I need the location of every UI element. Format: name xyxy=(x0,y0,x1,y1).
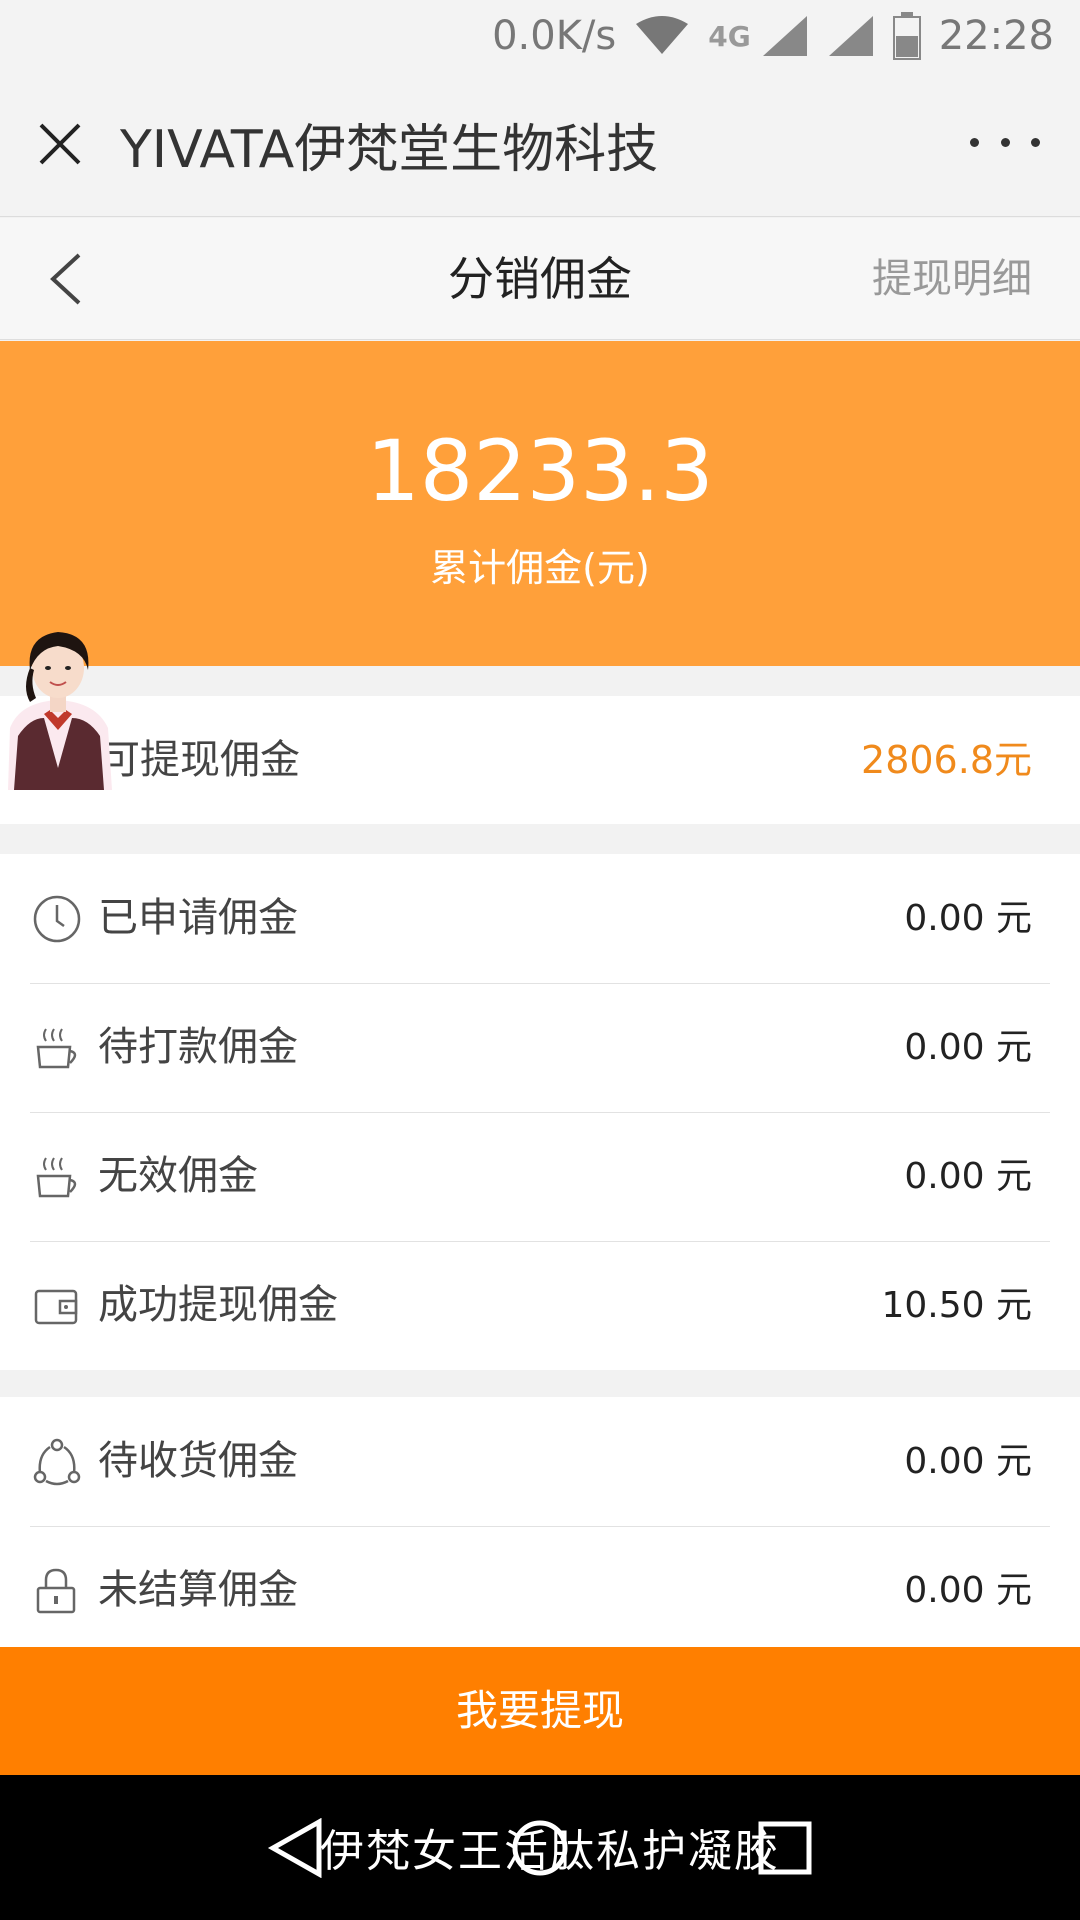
wechat-title-bar: YIVATA伊梵堂生物科技 xyxy=(0,72,1080,217)
list-item-label: 无效佣金 xyxy=(98,1153,258,1199)
page-nav-bar: 分销佣金 提现明细 xyxy=(0,218,1080,340)
more-dot-icon xyxy=(970,137,979,147)
more-menu-button[interactable] xyxy=(970,122,1040,162)
list-item[interactable]: 成功提现佣金 10.50 元 xyxy=(0,1241,1080,1370)
list-item[interactable]: 待打款佣金 0.00 元 xyxy=(0,983,1080,1112)
more-dot-icon xyxy=(1031,137,1040,147)
clock-icon xyxy=(33,895,81,943)
commission-summary-banner: 18233.3 累计佣金(元) xyxy=(0,341,1080,666)
system-nav-bar: 伊梵女王活肽私护凝胶 xyxy=(0,1775,1080,1920)
coffee-cup-icon xyxy=(36,1157,77,1198)
list-item-label: 待打款佣金 xyxy=(98,1024,298,1070)
list-item-label: 已申请佣金 xyxy=(98,895,298,941)
total-commission: 18233.3 xyxy=(366,422,714,520)
more-dot-icon xyxy=(1000,137,1010,147)
signal-icon xyxy=(761,14,809,58)
withdrawable-label: 可提现佣金 xyxy=(100,737,300,783)
wifi-icon xyxy=(634,16,690,56)
battery-icon xyxy=(892,12,921,60)
share-icon xyxy=(33,1438,81,1486)
overlay-watermark-text: 伊梵女王活肽私护凝胶 xyxy=(320,1826,780,1877)
list-item-value: 0.00 元 xyxy=(904,898,1032,939)
list-item-value: 0.00 元 xyxy=(904,1156,1032,1197)
coffee-cup-icon xyxy=(36,1028,77,1069)
list-item[interactable]: 待收货佣金 0.00 元 xyxy=(0,1397,1080,1526)
withdrawable-row[interactable]: 可提现佣金 2806.8元 xyxy=(0,696,1080,824)
withdraw-button[interactable]: 我要提现 xyxy=(0,1647,1080,1775)
total-commission-label: 累计佣金(元) xyxy=(430,546,650,590)
list-item-label: 成功提现佣金 xyxy=(98,1282,338,1328)
list-item[interactable]: 无效佣金 0.00 元 xyxy=(0,1112,1080,1241)
network-speed: 0.0K/s xyxy=(492,13,617,59)
clock-time: 22:28 xyxy=(938,13,1054,59)
list-item-label: 待收货佣金 xyxy=(98,1438,298,1484)
list-item[interactable]: 已申请佣金 0.00 元 xyxy=(0,854,1080,983)
close-button[interactable] xyxy=(0,72,120,217)
triangle-back-icon xyxy=(267,1818,322,1878)
status-bar: 0.0K/s 4G 22:28 xyxy=(0,0,1080,72)
back-button[interactable] xyxy=(30,244,100,314)
list-item-value: 0.00 元 xyxy=(904,1027,1032,1068)
commission-list-group: 已申请佣金 0.00 元 待打款佣金 0.00 元 无效佣金 0.00 元 成功… xyxy=(0,854,1080,1370)
commission-list-group-2: 待收货佣金 0.00 元 未结算佣金 0.00 元 xyxy=(0,1397,1080,1655)
list-item-label: 未结算佣金 xyxy=(98,1567,298,1613)
list-item-value: 10.50 元 xyxy=(881,1285,1032,1326)
lock-icon xyxy=(36,1568,76,1614)
wallet-icon xyxy=(34,1289,78,1325)
list-item-value: 0.00 元 xyxy=(904,1441,1032,1482)
withdraw-detail-link[interactable]: 提现明细 xyxy=(872,218,1032,340)
network-type: 4G xyxy=(708,19,751,53)
list-item[interactable]: 未结算佣金 0.00 元 xyxy=(0,1526,1080,1655)
wechat-title: YIVATA伊梵堂生物科技 xyxy=(120,119,659,180)
chevron-left-icon xyxy=(50,253,81,305)
withdrawable-value: 2806.8元 xyxy=(861,738,1032,782)
close-icon xyxy=(39,123,81,165)
signal-icon-2 xyxy=(827,14,875,58)
customer-service-avatar[interactable] xyxy=(0,618,118,790)
list-item-value: 0.00 元 xyxy=(904,1570,1032,1611)
